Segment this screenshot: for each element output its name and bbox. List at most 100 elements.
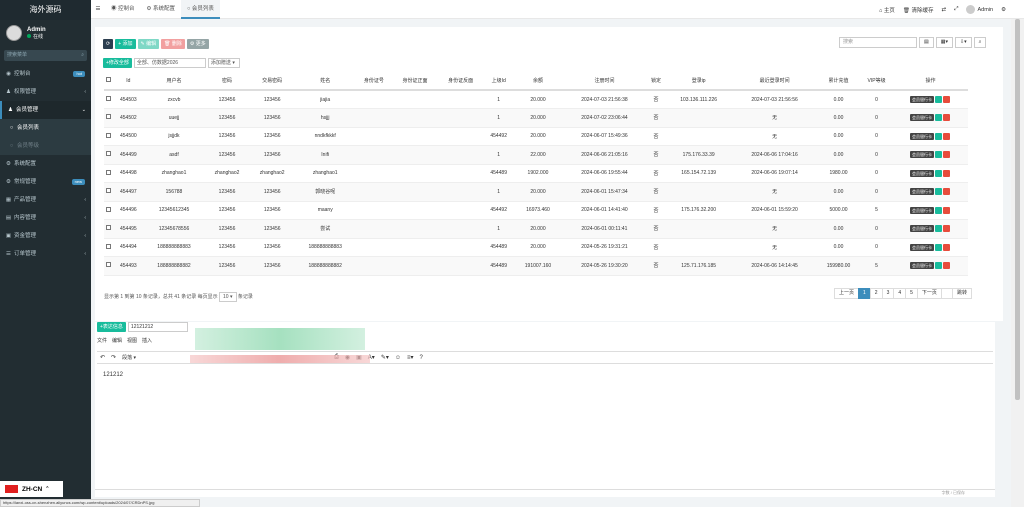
column-header[interactable]: 密码: [204, 72, 250, 91]
table-row[interactable]: 454496 12345612345 123456 123456 maany 454492…: [104, 201, 968, 220]
sidebar-item-member-list[interactable]: ○ 会员列表: [0, 119, 91, 137]
prev-page-button[interactable]: 上一页: [834, 288, 860, 299]
columns-icon[interactable]: ▦▾: [935, 37, 953, 48]
row-checkbox[interactable]: [104, 164, 114, 183]
table-row[interactable]: 454503 zxcvb 123456 123456 jiajia 1 20.000 2024…: [104, 90, 968, 109]
next-page-button[interactable]: 下一页: [916, 288, 942, 299]
bank-card-button[interactable]: 会员银行卡: [910, 114, 935, 122]
bank-card-button[interactable]: 会员银行卡: [910, 132, 935, 140]
column-header[interactable]: 累计充值: [816, 72, 861, 91]
table-row[interactable]: 454498 zhanghao1 zhanghao2 zhanghao2 zhangha…: [104, 164, 968, 183]
go-button[interactable]: 跳转: [952, 288, 973, 299]
row-checkbox[interactable]: [104, 145, 114, 165]
edit-icon[interactable]: [935, 206, 943, 214]
edit-icon[interactable]: [935, 114, 943, 122]
editor-content[interactable]: 121212: [103, 372, 123, 378]
bank-card-button[interactable]: 会员银行卡: [910, 95, 935, 103]
bank-card-button[interactable]: 会员银行卡: [910, 151, 935, 159]
menu-insert[interactable]: 插入: [142, 337, 152, 344]
row-checkbox[interactable]: [104, 127, 114, 146]
column-header[interactable]: 交易密码: [249, 72, 295, 91]
table-row[interactable]: 454499 asdf 123456 123456 Inifi 1 22.000 2024-0…: [104, 145, 968, 165]
add-button[interactable]: + 添加: [115, 39, 136, 49]
column-header[interactable]: 最近登录时间: [732, 72, 817, 91]
sidebar-item-products[interactable]: ▦ 产品管理 ‹: [0, 191, 91, 209]
column-header[interactable]: Id: [113, 72, 144, 91]
scrollbar-thumb[interactable]: [1015, 19, 1020, 400]
table-row[interactable]: 454502 uuejj 123456 123456 hsjjj 1 20.000 2024-…: [104, 108, 968, 128]
translate-icon[interactable]: ⇄: [941, 7, 946, 13]
column-header[interactable]: 身份证正面: [392, 72, 438, 91]
sidebar-item-members[interactable]: ♟ 会员管理 ⌄: [0, 101, 91, 119]
sidebar-item-system-config[interactable]: ⚙ 系统配置: [0, 155, 91, 173]
home-link[interactable]: ⌂ 主页: [879, 6, 895, 14]
column-header[interactable]: 身份证号: [355, 72, 393, 91]
bank-card-button[interactable]: 会员银行卡: [910, 206, 935, 214]
column-header[interactable]: 上级Id: [483, 72, 514, 91]
menu-view[interactable]: 视图: [127, 337, 137, 344]
delete-icon[interactable]: [943, 96, 951, 104]
sidebar-item-member-level[interactable]: ○ 会员等级: [0, 137, 91, 155]
edit-icon[interactable]: [935, 132, 943, 140]
column-header[interactable]: 登录ip: [665, 72, 733, 91]
row-checkbox[interactable]: [104, 90, 114, 109]
filter-input[interactable]: 全部、仿数据2026: [133, 58, 206, 68]
tab-member-list[interactable]: ○ 会员列表: [181, 0, 220, 19]
select-all-checkbox[interactable]: [104, 72, 114, 91]
tab-dashboard[interactable]: ◉ 控制台: [105, 0, 141, 19]
edit-icon[interactable]: [935, 169, 943, 177]
settings-icon[interactable]: ⚙: [1001, 7, 1006, 13]
bank-card-button[interactable]: 会员银行卡: [910, 169, 935, 177]
user-menu[interactable]: Admin: [966, 5, 993, 14]
row-checkbox[interactable]: [104, 219, 114, 239]
delete-icon[interactable]: [943, 169, 951, 177]
row-checkbox[interactable]: [104, 182, 114, 202]
edit-button[interactable]: ✎ 编辑: [137, 39, 160, 49]
export-icon[interactable]: ⇩▾: [954, 37, 972, 48]
search-icon[interactable]: ⌕: [973, 37, 987, 48]
more-button[interactable]: ⚙ 更多: [186, 39, 209, 49]
highlight-icon[interactable]: ✎▾: [381, 354, 389, 361]
column-header[interactable]: 余额: [513, 72, 563, 91]
modify-all-button[interactable]: +修改全部: [103, 58, 132, 68]
refresh-button[interactable]: ⟳: [103, 39, 114, 49]
delete-icon[interactable]: [943, 114, 951, 122]
delete-icon[interactable]: [943, 188, 951, 196]
table-row[interactable]: 454494 188888888883 123456 123456 1888888888…: [104, 238, 968, 257]
tab-system-config[interactable]: ⚙ 系统配置: [141, 0, 181, 19]
table-row[interactable]: 454495 12345678556 123456 123456 尝试 1 20.000 20…: [104, 219, 968, 239]
menu-toggle-icon[interactable]: ☰: [91, 6, 105, 12]
block-format-select[interactable]: 段落 ▾: [122, 354, 152, 361]
redo-icon[interactable]: ↷: [111, 354, 116, 361]
emoji-icon[interactable]: ☺: [395, 355, 401, 361]
sidebar-search-input[interactable]: 搜索菜单 ⌕: [4, 50, 87, 61]
fullscreen-icon[interactable]: ⤢: [954, 6, 958, 13]
per-page-select[interactable]: 10 ▾: [219, 292, 237, 302]
column-header[interactable]: VIP等级: [860, 72, 894, 91]
delete-icon[interactable]: [943, 225, 951, 233]
bank-card-button[interactable]: 会员银行卡: [910, 188, 935, 196]
table-row[interactable]: 454497 156788 123456 123456 郭晓谷呢 1 20.000 2024-…: [104, 182, 968, 202]
edit-icon[interactable]: [935, 225, 943, 233]
edit-icon[interactable]: [935, 243, 943, 251]
edit-icon[interactable]: [935, 96, 943, 104]
delete-icon[interactable]: [943, 151, 951, 159]
title-input[interactable]: 12121212: [127, 322, 188, 332]
delete-icon[interactable]: [943, 206, 951, 214]
row-checkbox[interactable]: [104, 201, 114, 220]
format-icon[interactable]: ≡▾: [407, 354, 414, 361]
bank-card-button[interactable]: 会员银行卡: [910, 243, 935, 251]
table-row[interactable]: 454500 jsjjdk 123456 123456 nndkfkkkf 454492 2…: [104, 127, 968, 146]
sidebar-item-content[interactable]: ▤ 内容管理 ‹: [0, 209, 91, 227]
delete-icon[interactable]: [943, 262, 951, 270]
delete-button[interactable]: 🗑 删除: [161, 39, 185, 49]
column-header[interactable]: 锁定: [646, 72, 666, 91]
express-info-button[interactable]: +表达信息: [97, 322, 126, 332]
column-header[interactable]: 用户名: [143, 72, 205, 91]
help-icon[interactable]: ?: [420, 355, 423, 361]
delete-icon[interactable]: [943, 132, 951, 140]
column-header[interactable]: 操作: [893, 72, 968, 91]
language-switcher[interactable]: ZH-CN ⌃: [0, 481, 63, 497]
scrollbar[interactable]: [1011, 19, 1024, 507]
sidebar-item-permissions[interactable]: ♟ 权限管理 ‹: [0, 83, 91, 101]
